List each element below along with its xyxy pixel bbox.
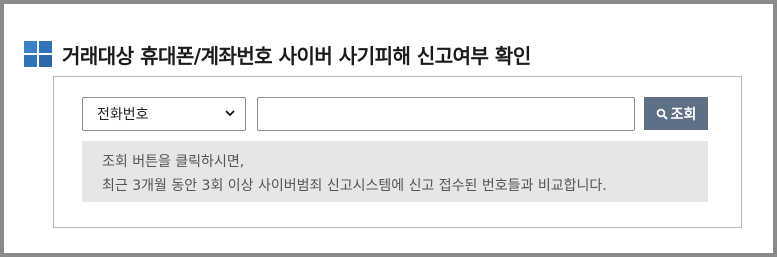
page-title: 거래대상 휴대폰/계좌번호 사이버 사기피해 신고여부 확인 [62, 43, 531, 68]
search-panel: 전화번호 조회 조회 버튼을 클릭하시면, 최근 3개월 동안 3회 이상 사이… [53, 76, 742, 228]
chevron-down-icon [225, 110, 235, 117]
search-type-select[interactable]: 전화번호 [82, 97, 246, 131]
page-header: 거래대상 휴대폰/계좌번호 사이버 사기피해 신고여부 확인 [24, 40, 531, 68]
search-button[interactable]: 조회 [644, 97, 708, 130]
notice-box: 조회 버튼을 클릭하시면, 최근 3개월 동안 3회 이상 사이버범죄 신고시스… [82, 141, 708, 202]
search-type-selected-value: 전화번호 [97, 107, 149, 123]
notice-line-2: 최근 3개월 동안 3회 이상 사이버범죄 신고시스템에 신고 접수된 번호들과… [102, 178, 607, 194]
notice-line-1: 조회 버튼을 클릭하시면, [102, 154, 245, 170]
search-icon [656, 108, 668, 120]
grid-icon [24, 41, 52, 67]
number-input[interactable] [257, 97, 635, 131]
search-button-label: 조회 [670, 106, 697, 123]
